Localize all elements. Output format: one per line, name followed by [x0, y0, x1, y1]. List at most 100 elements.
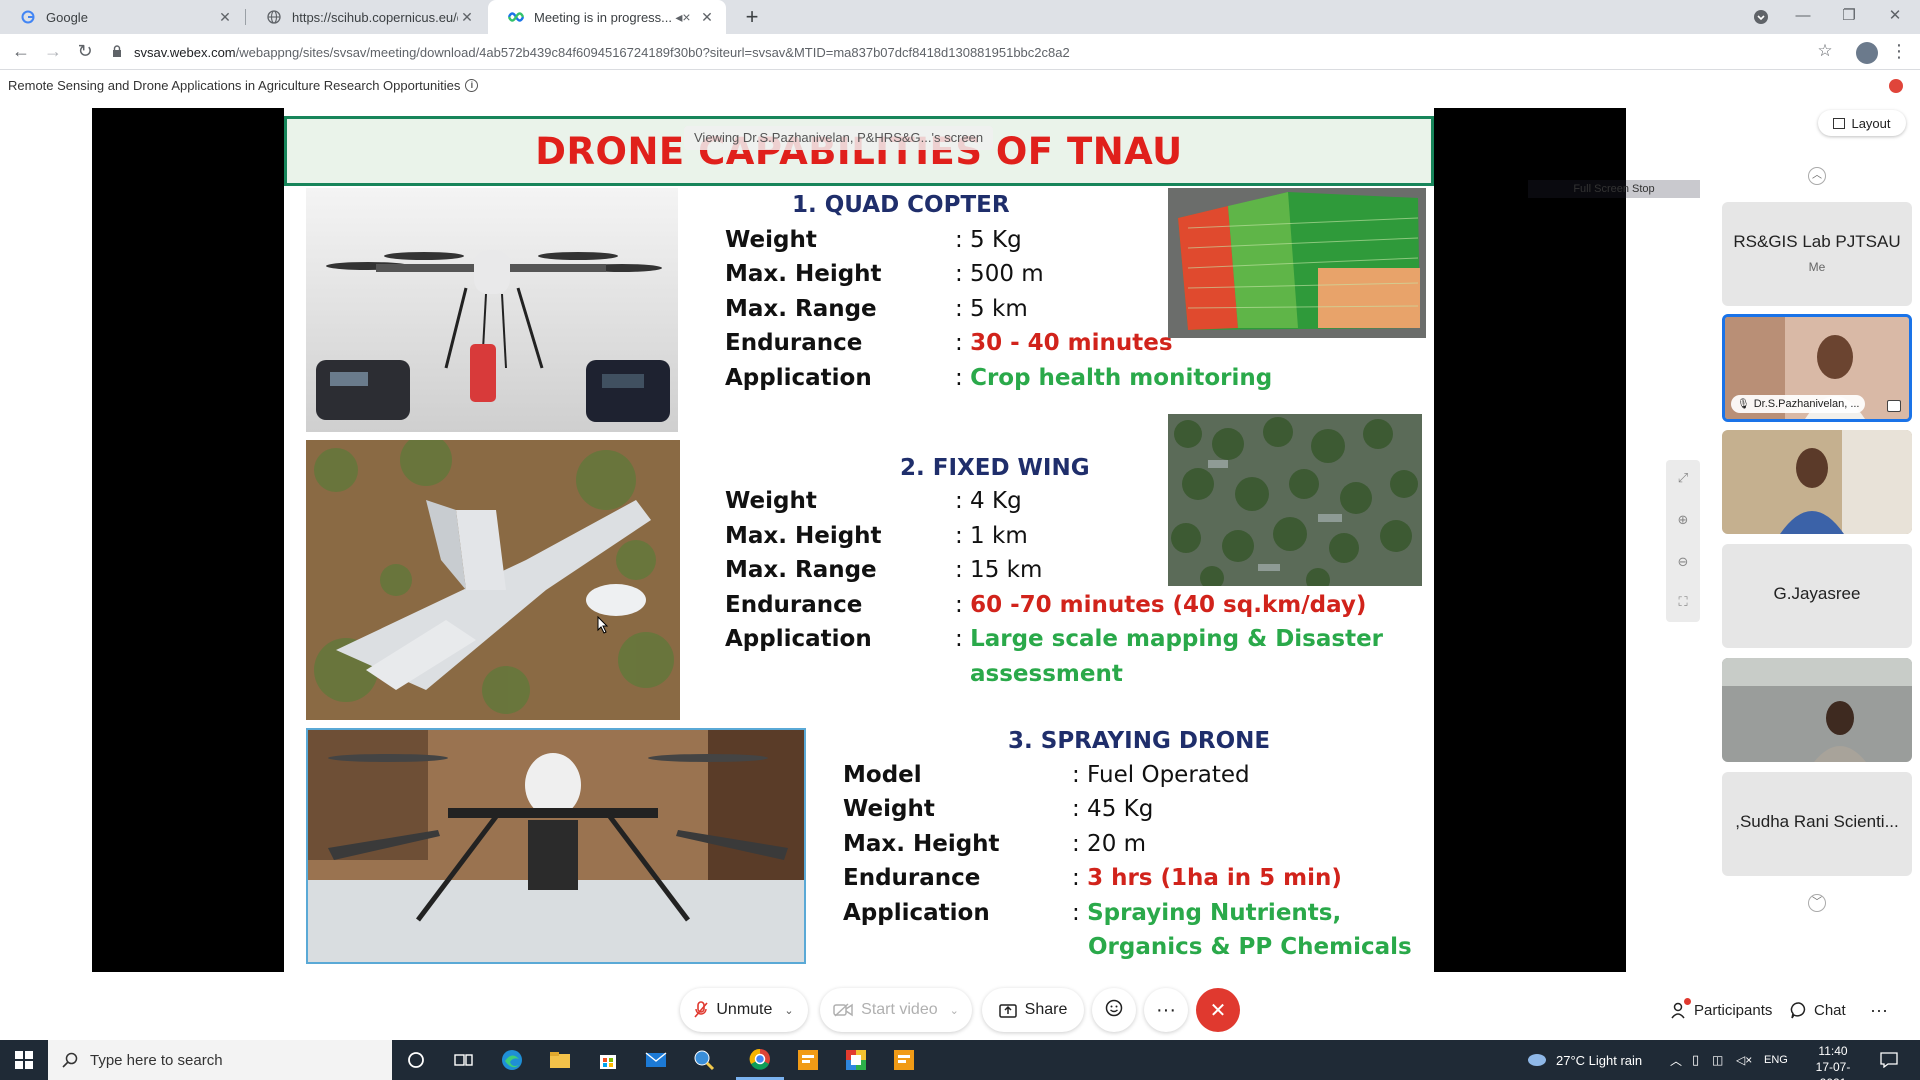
magnifier-app-icon[interactable]	[680, 1040, 728, 1080]
language-indicator[interactable]: ENG	[1764, 1040, 1788, 1080]
mail-icon[interactable]	[632, 1040, 680, 1080]
chevron-down-icon[interactable]: ⌄	[784, 1004, 793, 1017]
webex-icon	[508, 9, 524, 25]
section-heading-quad-copter: 1. QUAD COPTER	[792, 192, 1010, 218]
participant-name: G.Jayasree	[1773, 584, 1861, 603]
scroll-up-icon[interactable]: ︿	[1808, 167, 1826, 185]
chevron-down-icon[interactable]: ⌄	[950, 1004, 959, 1017]
spec-value: : 20 m	[1072, 831, 1147, 857]
participant-tile[interactable]	[1722, 430, 1912, 534]
close-icon: ✕	[1209, 999, 1227, 1022]
share-button[interactable]: Share	[982, 988, 1084, 1032]
chrome-icon[interactable]	[736, 1040, 784, 1080]
speaker-muted-icon[interactable]: ◂×	[674, 9, 692, 26]
ellipsis-icon: ···	[1870, 999, 1888, 1020]
scroll-down-icon[interactable]: ﹀	[1808, 894, 1826, 912]
app-lm-icon-2[interactable]	[880, 1040, 928, 1080]
network-icon[interactable]: ◫	[1712, 1040, 1723, 1080]
layout-button[interactable]: Layout	[1818, 110, 1906, 136]
back-arrow-icon[interactable]: ←	[8, 39, 34, 65]
app-colorful-icon[interactable]	[832, 1040, 880, 1080]
participant-tile-active[interactable]: 🎙 Dr.S.Pazhanivelan, ...	[1722, 314, 1912, 422]
meeting-title-text: Remote Sensing and Drone Applications in…	[8, 78, 461, 93]
tab-copernicus[interactable]: https://scihub.copernicus.eu/dhus ✕	[246, 0, 486, 34]
close-icon[interactable]: ✕	[698, 9, 716, 26]
spec-value: : Large scale mapping & Disaster	[955, 626, 1384, 652]
battery-icon[interactable]: ▯	[1692, 1040, 1699, 1080]
forward-arrow-icon[interactable]: →	[40, 39, 66, 65]
cloud-rain-icon	[1526, 1052, 1548, 1068]
bookmark-star-icon[interactable]: ☆	[1812, 39, 1838, 65]
avatar[interactable]	[1856, 42, 1878, 64]
leave-meeting-button[interactable]: ✕	[1196, 988, 1240, 1032]
unmute-label: Unmute	[716, 1001, 773, 1018]
weather-text: 27°C Light rain	[1556, 1052, 1643, 1068]
kebab-menu-icon[interactable]: ⋮	[1886, 39, 1912, 65]
more-options-button[interactable]: ···	[1144, 988, 1188, 1032]
taskbar-search[interactable]: Type here to search	[48, 1040, 392, 1080]
spec-value: : 4 Kg	[955, 488, 1022, 514]
spec-key: Max. Height	[725, 261, 882, 287]
store-icon[interactable]	[584, 1040, 632, 1080]
participant-tile[interactable]: ,Sudha Rani Scienti...	[1722, 772, 1912, 876]
panel-more-button[interactable]: ···	[1870, 994, 1888, 1026]
spec-value: : Crop health monitoring	[955, 365, 1273, 391]
profile-menu-icon[interactable]	[1738, 0, 1784, 34]
clock[interactable]: 11:40 17-07-2021	[1806, 1043, 1860, 1080]
notification-center-icon[interactable]	[1880, 1040, 1898, 1080]
spec-key: Model	[843, 762, 922, 788]
file-explorer-icon[interactable]	[536, 1040, 584, 1080]
tab-google[interactable]: Google ✕	[0, 0, 244, 34]
participant-tile[interactable]: G.Jayasree	[1722, 544, 1912, 648]
fit-screen-icon[interactable]: ⛶	[1666, 594, 1700, 610]
participant-name: Dr.S.Pazhanivelan, ...	[1753, 398, 1860, 410]
reload-icon[interactable]: ↻	[72, 39, 98, 65]
participant-name: RS&GIS Lab PJTSAU	[1733, 232, 1901, 251]
restore-button[interactable]: ❐	[1826, 0, 1872, 34]
zoom-in-icon[interactable]: ⊕	[1666, 512, 1700, 528]
close-icon[interactable]: ✕	[458, 9, 476, 26]
zoom-out-icon[interactable]: ⊖	[1666, 554, 1700, 570]
tab-webex-meeting[interactable]: Meeting is in progress... ◂× ✕	[488, 0, 726, 34]
fullscreen-stop-overlay[interactable]: Full Screen Stop	[1528, 180, 1700, 198]
start-button[interactable]	[0, 1040, 48, 1080]
expand-icon[interactable]: ⤢	[1666, 470, 1700, 486]
participant-name-chip: 🎙 Dr.S.Pazhanivelan, ...	[1731, 395, 1866, 413]
spec-key: Weight	[725, 488, 817, 514]
recording-indicator[interactable]	[1889, 79, 1903, 93]
section-heading-fixed-wing: 2. FIXED WING	[900, 455, 1090, 481]
spec-value-highlight: 30 - 40 minutes	[970, 330, 1173, 356]
chat-button[interactable]: Chat	[1790, 994, 1846, 1026]
reactions-button[interactable]	[1092, 988, 1136, 1032]
task-view-icon[interactable]	[440, 1040, 488, 1080]
unmute-button[interactable]: Unmute ⌄	[680, 988, 808, 1032]
close-window-button[interactable]: ✕	[1872, 0, 1918, 34]
tab-label: Google	[46, 9, 88, 25]
minimize-button[interactable]: —	[1780, 0, 1826, 34]
new-tab-button[interactable]: +	[738, 4, 766, 32]
app-lm-icon[interactable]	[784, 1040, 832, 1080]
chevron-up-icon[interactable]: ︿	[1670, 1040, 1682, 1080]
start-video-button[interactable]: Start video ⌄	[820, 988, 972, 1032]
layout-icon	[1833, 117, 1846, 129]
edge-browser-icon[interactable]	[488, 1040, 536, 1080]
participant-video	[1722, 658, 1912, 762]
windows-icon	[15, 1051, 33, 1069]
address-bar[interactable]: svsav.webex.com/webappng/sites/svsav/mee…	[112, 41, 1792, 63]
spec-value: : 5 Kg	[955, 227, 1022, 253]
info-icon[interactable]: i	[465, 79, 479, 92]
volume-muted-icon[interactable]: ◁×	[1736, 1040, 1752, 1080]
participant-tile[interactable]	[1722, 658, 1912, 762]
spec-value: : 1 km	[955, 523, 1028, 549]
weather-widget[interactable]: 27°C Light rain	[1526, 1040, 1642, 1080]
close-icon[interactable]: ✕	[216, 9, 234, 26]
share-screen-icon	[1887, 400, 1901, 412]
participants-button[interactable]: Participants	[1670, 994, 1772, 1026]
cortana-icon[interactable]	[392, 1040, 440, 1080]
search-placeholder: Type here to search	[90, 1051, 223, 1069]
participant-video	[1722, 430, 1912, 534]
spec-value: : Fuel Operated	[1072, 762, 1250, 788]
participant-tile[interactable]: RS&GIS Lab PJTSAU Me	[1722, 202, 1912, 306]
spec-key: Endurance	[843, 865, 981, 891]
spec-key: Max. Height	[725, 523, 882, 549]
